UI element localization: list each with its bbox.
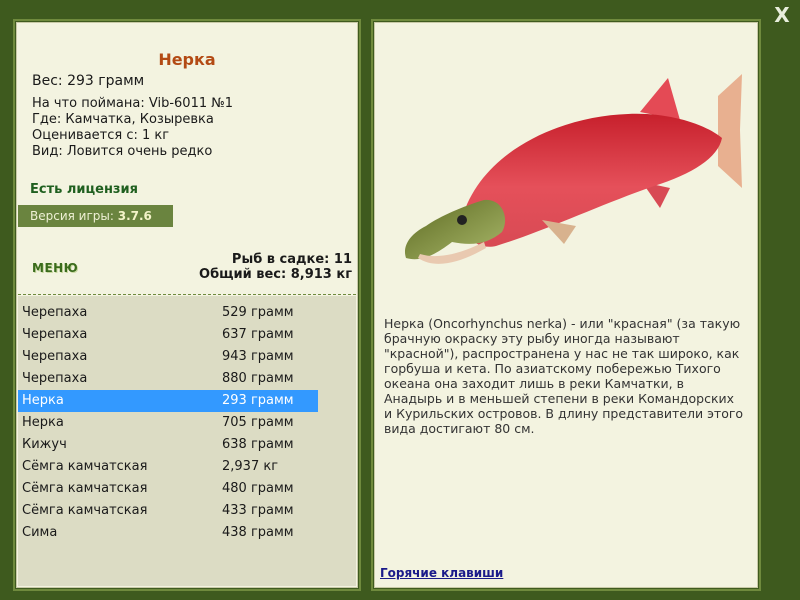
fish-description: Нерка (Oncorhynchus nerka) - или "красна… xyxy=(384,316,744,436)
catch-fish-name: Черепаха xyxy=(22,305,88,320)
fish-detail-panel: Нерка (Oncorhynchus nerka) - или "красна… xyxy=(374,22,758,588)
catch-fish-name: Нерка xyxy=(22,415,64,430)
fish-info-panel: Нерка Вес: 293 грамм На что поймана: Vib… xyxy=(16,22,358,588)
catch-row[interactable]: Сима 438 грамм xyxy=(18,522,318,544)
catch-fish-name: Сёмга камчатская xyxy=(22,481,148,496)
catch-fish-weight: 438 грамм xyxy=(222,525,294,540)
catch-row[interactable]: Черепаха 880 грамм xyxy=(18,368,318,390)
catch-fish-name: Сёмга камчатская xyxy=(22,459,148,474)
catch-fish-weight: 637 грамм xyxy=(222,327,294,342)
close-button[interactable]: X xyxy=(772,4,792,26)
catch-fish-name: Черепаха xyxy=(22,327,88,342)
catch-row[interactable]: Сёмга камчатская 480 грамм xyxy=(18,478,318,500)
keepnet-stats: Рыб в садке: 11 Общий вес: 8,913 кг xyxy=(199,252,352,282)
catch-fish-weight: 638 грамм xyxy=(222,437,294,452)
catch-fish-name: Кижуч xyxy=(22,437,67,452)
fish-weight: Вес: 293 грамм xyxy=(32,73,145,89)
menu-button[interactable]: МЕНЮ xyxy=(32,261,78,275)
catch-row[interactable]: Кижуч 638 грамм xyxy=(18,434,318,456)
divider xyxy=(18,294,356,295)
version-bar: Версия игры: 3.7.6 xyxy=(18,205,173,227)
catch-fish-weight: 943 грамм xyxy=(222,349,294,364)
license-status: Есть лицензия xyxy=(30,182,138,197)
catch-row[interactable]: Черепаха 637 грамм xyxy=(18,324,318,346)
fish-place: Где: Камчатка, Козыревка xyxy=(32,112,214,127)
hotkeys-link[interactable]: Горячие клавиши xyxy=(380,566,503,580)
catch-row[interactable]: Сёмга камчатская 433 грамм xyxy=(18,500,318,522)
version-label: Версия игры: xyxy=(30,209,118,223)
version-value: 3.7.6 xyxy=(117,209,152,223)
fish-kind: Вид: Ловится очень редко xyxy=(32,144,213,159)
catch-fish-name: Черепаха xyxy=(22,371,88,386)
catch-fish-weight: 880 грамм xyxy=(222,371,294,386)
catch-fish-name: Сима xyxy=(22,525,58,540)
fish-count: Рыб в садке: 11 xyxy=(231,252,352,267)
fish-image xyxy=(404,74,742,264)
total-weight: Общий вес: 8,913 кг xyxy=(199,267,352,282)
catch-row[interactable]: Черепаха 529 грамм xyxy=(18,302,318,324)
fish-rating: Оценивается с: 1 кг xyxy=(32,128,170,143)
catch-row[interactable]: Сёмга камчатская 2,937 кг xyxy=(18,456,318,478)
catch-row[interactable]: Нерка 705 грамм xyxy=(18,412,318,434)
fish-bait: На что поймана: Vib-6011 №1 xyxy=(32,96,234,111)
catch-fish-weight: 480 грамм xyxy=(222,481,294,496)
catch-fish-weight: 433 грамм xyxy=(222,503,294,518)
catch-fish-weight: 529 грамм xyxy=(222,305,294,320)
catch-fish-weight: 293 грамм xyxy=(222,393,294,408)
catch-fish-name: Сёмга камчатская xyxy=(22,503,148,518)
catch-row[interactable]: Черепаха 943 грамм xyxy=(18,346,318,368)
catch-fish-name: Нерка xyxy=(22,393,64,408)
catch-fish-weight: 2,937 кг xyxy=(222,459,279,474)
catch-fish-name: Черепаха xyxy=(22,349,88,364)
catch-fish-weight: 705 грамм xyxy=(222,415,294,430)
catch-row[interactable]: Нерка 293 грамм xyxy=(18,390,318,412)
fish-name-title: Нерка xyxy=(158,50,216,69)
